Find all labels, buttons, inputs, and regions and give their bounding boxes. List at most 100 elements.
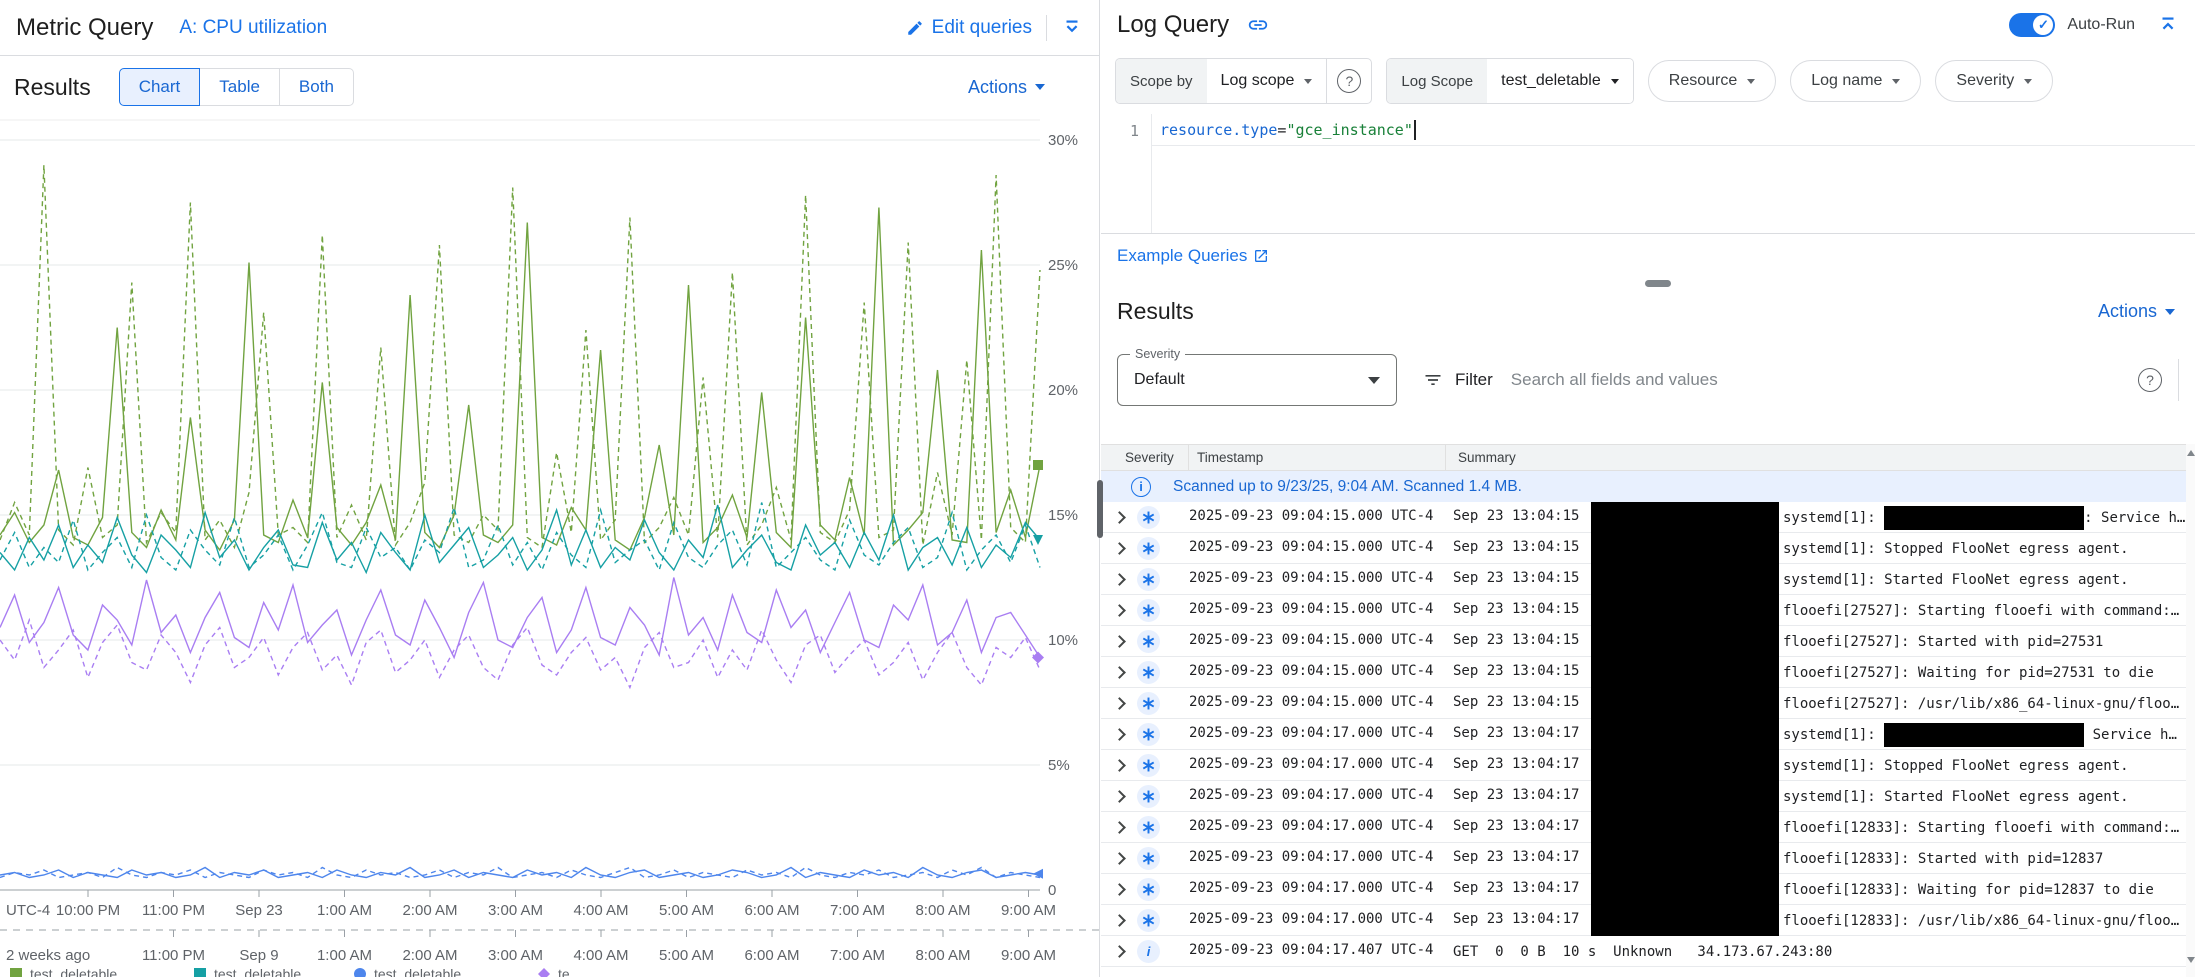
search-input[interactable] bbox=[1511, 370, 2138, 390]
severity-filter-pill[interactable]: Severity bbox=[1935, 60, 2053, 102]
x-axis-comparison-tick-label: 2:00 AM bbox=[402, 947, 457, 964]
expand-row-icon[interactable] bbox=[1113, 604, 1126, 617]
chevron-down-icon bbox=[1611, 79, 1619, 84]
expand-row-icon[interactable] bbox=[1113, 759, 1126, 772]
expand-row-icon[interactable] bbox=[1113, 945, 1126, 958]
expand-row-icon[interactable] bbox=[1113, 511, 1126, 524]
auto-run-toggle[interactable]: ✓ bbox=[2009, 13, 2055, 37]
scope-help-button[interactable]: ? bbox=[1326, 59, 1371, 103]
x-axis-tick-label: 5:00 AM bbox=[659, 902, 714, 919]
log-summary-time: Sep 23 13:04:15 bbox=[1453, 508, 1579, 524]
x-axis-comparison-tick-label: 7:00 AM bbox=[830, 947, 885, 964]
legend-label: test_deletable… bbox=[214, 966, 315, 977]
log-scope-chip: Log Scope bbox=[1387, 59, 1487, 103]
metric-query-title: Metric Query bbox=[16, 14, 153, 42]
tab-chart[interactable]: Chart bbox=[119, 68, 201, 106]
log-scope-value: test_deletable bbox=[1501, 72, 1601, 90]
expand-row-icon[interactable] bbox=[1113, 666, 1126, 679]
x-axis-tick-label: 8:00 AM bbox=[915, 902, 970, 919]
expand-row-icon[interactable] bbox=[1113, 790, 1126, 803]
pencil-icon bbox=[906, 19, 924, 37]
x-axis-comparison-tick-label: 3:00 AM bbox=[488, 947, 543, 964]
log-summary-time: Sep 23 13:04:15 bbox=[1453, 601, 1579, 617]
cpu-utilization-chart[interactable]: 30%25%20%15%10%5%0UTC-410:00 PM11:00 PMS… bbox=[0, 118, 1100, 977]
severity-default-icon bbox=[1137, 568, 1160, 591]
log-scope-dropdown[interactable]: test_deletable bbox=[1487, 59, 1633, 103]
log-summary-message: systemd[1]: Service h… bbox=[1783, 719, 2177, 750]
filter-icon bbox=[1423, 370, 1443, 390]
code-field-token: resource.type bbox=[1160, 121, 1277, 139]
editor-line-number: 1 bbox=[1101, 114, 1151, 233]
series-end-marker bbox=[1033, 535, 1043, 545]
expand-row-icon[interactable] bbox=[1113, 697, 1126, 710]
y-axis-tick-label: 5% bbox=[1048, 757, 1070, 774]
scroll-up-icon[interactable] bbox=[2187, 450, 2195, 456]
help-icon[interactable]: ? bbox=[2138, 368, 2162, 392]
log-summary-message: systemd[1]: Stopped FlooNet egress agent… bbox=[1783, 750, 2129, 781]
resource-pill-label: Resource bbox=[1669, 72, 1737, 90]
expand-row-icon[interactable] bbox=[1113, 542, 1126, 555]
editor-code-line[interactable]: resource.type="gce_instance" bbox=[1152, 114, 2195, 146]
severity-default-icon bbox=[1137, 661, 1160, 684]
edit-queries-button[interactable]: Edit queries bbox=[906, 17, 1032, 39]
log-timestamp: 2025-09-23 09:04:15.000 UTC-4 bbox=[1189, 694, 1433, 710]
x-axis-comparison-tick-label: 6:00 AM bbox=[744, 947, 799, 964]
log-table-header: Severity Timestamp Summary bbox=[1101, 444, 2186, 471]
expand-row-icon[interactable] bbox=[1113, 852, 1126, 865]
log-summary-time: Sep 23 13:04:17 bbox=[1453, 725, 1579, 741]
log-summary-message: flooefi[12833]: Waiting for pid=12837 to… bbox=[1783, 874, 2154, 905]
x-axis-tick-label: 6:00 AM bbox=[744, 902, 799, 919]
metric-query-chip[interactable]: A: CPU utilization bbox=[179, 17, 327, 39]
expand-row-icon[interactable] bbox=[1113, 821, 1126, 834]
resource-filter-pill[interactable]: Resource bbox=[1648, 60, 1776, 102]
metric-actions-button[interactable]: Actions bbox=[968, 77, 1045, 98]
chevron-down-icon bbox=[2024, 79, 2032, 84]
scroll-down-icon[interactable] bbox=[2187, 957, 2195, 963]
expand-row-icon[interactable] bbox=[1113, 914, 1126, 927]
log-summary-message: GET 0 0 B 10 s Unknown 34.173.67.243:80 bbox=[1453, 936, 1832, 967]
log-name-filter-pill[interactable]: Log name bbox=[1790, 60, 1921, 102]
expand-row-icon[interactable] bbox=[1113, 728, 1126, 741]
severity-default-icon bbox=[1137, 506, 1160, 529]
tab-table[interactable]: Table bbox=[200, 68, 280, 106]
metric-results-title: Results bbox=[14, 74, 91, 101]
link-icon[interactable] bbox=[1247, 14, 1269, 36]
x-axis-tick-label: 2:00 AM bbox=[402, 902, 457, 919]
expand-row-icon[interactable] bbox=[1113, 573, 1126, 586]
expand-row-icon[interactable] bbox=[1113, 883, 1126, 896]
metric-actions-label: Actions bbox=[968, 77, 1027, 98]
scope-by-dropdown[interactable]: Log scope bbox=[1207, 59, 1327, 103]
chevron-down-icon bbox=[2165, 309, 2175, 315]
redacted-inline-block bbox=[1884, 723, 2084, 747]
example-queries-link[interactable]: Example Queries bbox=[1117, 246, 1269, 266]
log-actions-button[interactable]: Actions bbox=[2098, 301, 2175, 322]
legend-marker bbox=[10, 968, 22, 977]
severity-pill-label: Severity bbox=[1956, 72, 2014, 90]
log-summary-message: flooefi[27527]: Waiting for pid=27531 to… bbox=[1783, 657, 2154, 688]
editor-code-area[interactable]: resource.type="gce_instance" bbox=[1151, 114, 2195, 233]
log-timestamp: 2025-09-23 09:04:17.000 UTC-4 bbox=[1189, 725, 1433, 741]
severity-select-value: Default bbox=[1134, 371, 1185, 389]
collapse-panel-up-icon[interactable] bbox=[2157, 14, 2179, 36]
severity-default-icon bbox=[1137, 537, 1160, 560]
expand-row-icon[interactable] bbox=[1113, 635, 1126, 648]
results-resize-handle[interactable] bbox=[1645, 280, 1671, 287]
scope-by-group: Scope by Log scope ? bbox=[1115, 58, 1372, 104]
log-query-editor[interactable]: 1 resource.type="gce_instance" bbox=[1101, 114, 2195, 234]
table-scrollbar[interactable] bbox=[2186, 444, 2195, 977]
tab-both[interactable]: Both bbox=[280, 68, 354, 106]
filter-label: Filter bbox=[1455, 370, 1493, 390]
log-message-prefix: systemd[1]: bbox=[1783, 510, 1884, 526]
x-axis-tick-label: 1:00 AM bbox=[317, 902, 372, 919]
chevron-down-icon bbox=[1368, 377, 1380, 384]
x-axis-comparison-tick-label: Sep 9 bbox=[239, 947, 278, 964]
expand-panel-down-icon[interactable] bbox=[1061, 17, 1083, 39]
y-axis-tick-label: 20% bbox=[1048, 382, 1078, 399]
log-summary-message: systemd[1]: Stopped FlooNet egress agent… bbox=[1783, 533, 2129, 564]
example-queries-label: Example Queries bbox=[1117, 246, 1247, 266]
panel-divider-handle[interactable] bbox=[1097, 480, 1103, 538]
log-row[interactable]: i2025-09-23 09:04:17.407 UTC-4GET 0 0 B … bbox=[1101, 936, 2186, 967]
severity-select[interactable]: Severity Default bbox=[1117, 354, 1397, 406]
log-name-pill-label: Log name bbox=[1811, 72, 1882, 90]
chart-view-tabs: Chart Table Both bbox=[119, 68, 354, 106]
